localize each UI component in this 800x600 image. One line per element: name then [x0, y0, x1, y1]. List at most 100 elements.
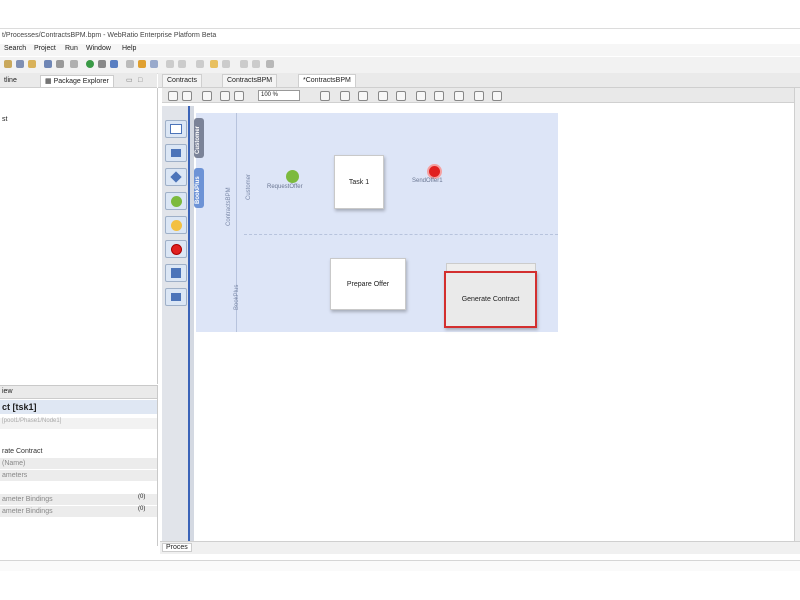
zoom-in-icon[interactable]: [320, 91, 330, 101]
tab-outline[interactable]: tline: [0, 75, 21, 86]
prop-row[interactable]: ameter Bindings: [0, 494, 157, 505]
tab-contractsbpm-active[interactable]: *ContractsBPM: [298, 74, 356, 87]
task-generate-contract-label: Generate Contract: [461, 296, 520, 303]
intermediate-event-icon: [170, 219, 182, 231]
back-icon[interactable]: [240, 60, 248, 68]
menu-help[interactable]: Help: [122, 45, 136, 52]
forward-icon[interactable]: [252, 60, 260, 68]
tree-item[interactable]: st: [2, 116, 7, 123]
editor-tabs: Contracts ContractsBPM *ContractsBPM: [158, 73, 800, 88]
tool-icon[interactable]: [222, 60, 230, 68]
tool-icon[interactable]: [210, 60, 218, 68]
debug-icon[interactable]: [110, 60, 118, 68]
editor-right-edge: [794, 88, 800, 548]
lane3-label: BookPlus: [234, 284, 240, 310]
palette-gateway-button[interactable]: [165, 168, 187, 186]
start-event[interactable]: [286, 170, 299, 183]
tool-icon[interactable]: [196, 60, 204, 68]
lane1-label: Customer: [246, 173, 252, 200]
settings-icon[interactable]: [70, 60, 78, 68]
connection-icon[interactable]: [220, 91, 230, 101]
task-prepare-offer[interactable]: Prepare Offer: [330, 258, 406, 310]
new-icon[interactable]: [4, 60, 12, 68]
prop-row[interactable]: rate Contract: [0, 446, 157, 457]
tab-package-explorer-label: Package Explorer: [53, 78, 109, 85]
zoom-out-icon[interactable]: [340, 91, 350, 101]
task-1-label: Task 1: [348, 178, 370, 186]
palette-subprocess-button[interactable]: [165, 288, 187, 306]
window-title-bar: t/Processes/ContractsBPM.bpm - WebRatio …: [0, 28, 800, 45]
dropdown-icon[interactable]: [56, 60, 64, 68]
export-icon[interactable]: [492, 91, 502, 101]
tab-contractsbpm[interactable]: ContractsBPM: [222, 74, 278, 87]
task-prepare-offer-label: Prepare Offer: [346, 280, 390, 288]
tool-icon[interactable]: [150, 60, 158, 68]
properties-tab[interactable]: iew: [2, 388, 13, 395]
save-icon[interactable]: [16, 60, 24, 68]
left-panel: st: [0, 88, 158, 384]
palette-task-button[interactable]: [165, 264, 187, 282]
zoom-icon[interactable]: [396, 91, 406, 101]
lane-tab[interactable]: BookPlus: [194, 168, 204, 208]
task-generate-contract[interactable]: Generate Contract: [444, 271, 537, 328]
main-toolbar: [0, 57, 800, 74]
element-palette: [162, 106, 189, 542]
menu-window[interactable]: Window: [86, 45, 111, 52]
hand-icon[interactable]: [202, 91, 212, 101]
properties-panel: iew ct [tsk1] [pool1/Phase1/Node1] rate …: [0, 385, 158, 546]
palette-intermediate-event-button[interactable]: [165, 216, 187, 234]
prop-row[interactable]: ameter Bindings: [0, 506, 157, 517]
task-icon: [171, 268, 181, 278]
tab-process[interactable]: Proces: [162, 543, 192, 552]
pool-tab-label: Customer: [195, 125, 201, 154]
palette-lane-button[interactable]: [165, 144, 187, 162]
maximize-icon[interactable]: □: [134, 75, 146, 86]
align-icon[interactable]: [416, 91, 426, 101]
tab-contracts[interactable]: Contracts: [162, 74, 202, 87]
lane-icon: [171, 149, 181, 157]
palette-end-event-button[interactable]: [165, 240, 187, 258]
prop-row[interactable]: (Name): [0, 458, 157, 469]
folder-icon[interactable]: [28, 60, 36, 68]
zoom-combo[interactable]: 100 %: [258, 90, 300, 101]
tool-icon[interactable]: [178, 60, 186, 68]
task-1[interactable]: Task 1: [334, 155, 384, 209]
tool-icon[interactable]: [126, 60, 134, 68]
menu-bar: Search Project Run Window Help: [0, 44, 800, 56]
move-icon[interactable]: [454, 91, 464, 101]
end-event-label: SendOffer1: [412, 178, 443, 184]
editor-toolbar: 100 %: [162, 88, 800, 103]
zoom-fit-icon[interactable]: [358, 91, 368, 101]
select-icon[interactable]: [168, 91, 178, 101]
prop-value: (0): [138, 494, 146, 500]
palette-pool-button[interactable]: [165, 120, 187, 138]
tool-icon[interactable]: [166, 60, 174, 68]
build-icon[interactable]: [44, 60, 52, 68]
zoom-icon[interactable]: [378, 91, 388, 101]
prop-value: (0): [138, 506, 146, 512]
prop-row[interactable]: ameters: [0, 470, 157, 481]
run-icon[interactable]: [86, 60, 94, 68]
run-dropdown-icon[interactable]: [98, 60, 106, 68]
palette-start-event-button[interactable]: [165, 192, 187, 210]
align-icon[interactable]: [434, 91, 444, 101]
package-icon: ▦: [45, 78, 54, 85]
status-bar: [0, 560, 800, 571]
tool-icon[interactable]: [138, 60, 146, 68]
pool-tab[interactable]: Customer: [194, 118, 204, 158]
layout-icon[interactable]: [474, 91, 484, 101]
lane2-label: ContractsBPM: [226, 187, 232, 226]
tool-icon[interactable]: [234, 91, 244, 101]
editor-bottom-tabs: Proces: [160, 541, 800, 554]
menu-project[interactable]: Project: [34, 45, 56, 52]
pin-icon[interactable]: [266, 60, 274, 68]
window-title: t/Processes/ContractsBPM.bpm - WebRatio …: [2, 32, 217, 39]
marquee-icon[interactable]: [182, 91, 192, 101]
end-event[interactable]: [427, 164, 442, 179]
menu-search[interactable]: Search: [4, 45, 26, 52]
end-event-icon: [170, 243, 182, 255]
menu-run[interactable]: Run: [65, 45, 78, 52]
properties-title: ct [tsk1]: [0, 400, 157, 414]
lane-tab-label: BookPlus: [195, 176, 201, 204]
tab-package-explorer[interactable]: ▦ Package Explorer: [40, 75, 114, 87]
